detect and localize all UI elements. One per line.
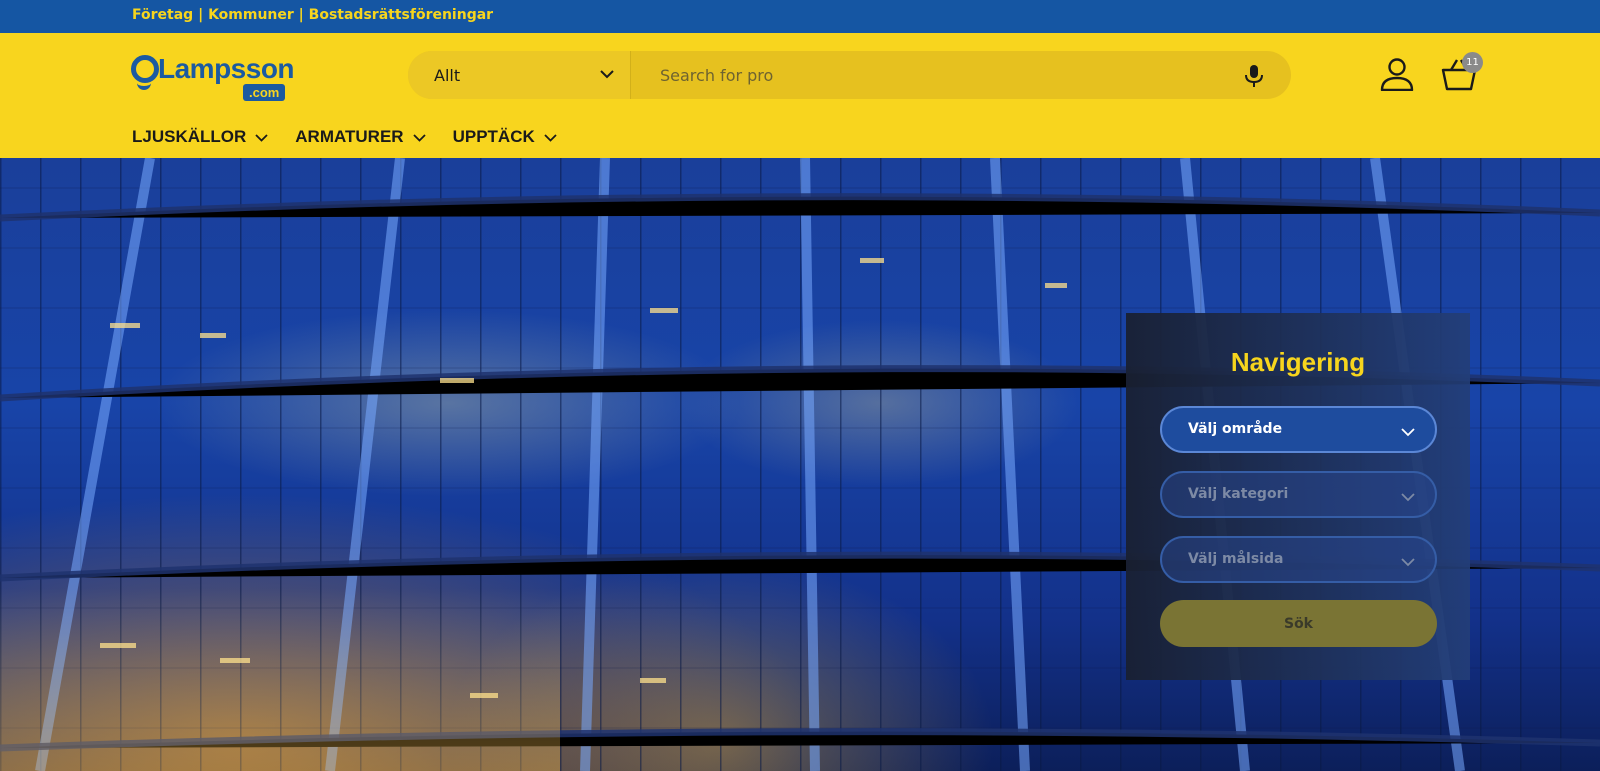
navigation-panel: Navigering Välj område Välj kategori Väl… xyxy=(1126,313,1470,680)
select-kategori-label: Välj kategori xyxy=(1188,486,1289,502)
nav-item-upptack[interactable]: UPPTÄCK xyxy=(453,125,558,149)
cart-count-badge: 11 xyxy=(1462,52,1483,73)
nav-item-ljuskallor[interactable]: LJUSKÄLLOR xyxy=(132,125,269,149)
search-submit-button[interactable]: Sök xyxy=(1160,600,1437,647)
search-input[interactable] xyxy=(631,51,1221,99)
logo-suffix: .com xyxy=(243,84,286,101)
select-omrade[interactable]: Välj område xyxy=(1160,406,1437,453)
search-category-label: Allt xyxy=(434,66,461,85)
link-separator: | xyxy=(198,7,209,23)
site-logo[interactable]: Lampsson .com xyxy=(131,53,295,103)
main-nav: LJUSKÄLLOR ARMATURER UPPTÄCK xyxy=(132,125,584,149)
link-separator: | xyxy=(298,7,309,23)
link-kommuner[interactable]: Kommuner xyxy=(208,7,294,23)
chevron-down-icon xyxy=(1401,493,1415,502)
search-category-select[interactable]: Allt xyxy=(408,51,631,99)
chevron-down-icon xyxy=(412,133,426,142)
chevron-down-icon xyxy=(1401,558,1415,567)
microphone-icon[interactable] xyxy=(1243,64,1265,88)
nav-item-label: ARMATURER xyxy=(295,127,404,146)
select-malsida-label: Välj målsida xyxy=(1188,551,1284,567)
select-malsida[interactable]: Välj målsida xyxy=(1160,536,1437,583)
logo-bulb-icon xyxy=(131,55,159,83)
hero-banner-image: Navigering Välj område Välj kategori Väl… xyxy=(0,158,1600,771)
chevron-down-icon xyxy=(544,133,557,142)
nav-item-label: LJUSKÄLLOR xyxy=(132,127,247,146)
chevron-down-icon xyxy=(255,133,268,142)
link-foretag[interactable]: Företag xyxy=(132,7,193,23)
top-bar: Företag | Kommuner | Bostadsrättsförenin… xyxy=(0,0,1600,33)
search-bar: Allt xyxy=(408,51,1291,99)
logo-leaf-icon xyxy=(137,82,151,90)
select-omrade-label: Välj område xyxy=(1188,421,1283,437)
chevron-down-icon xyxy=(1401,428,1415,437)
site-header: Lampsson .com Allt 11 LJUSKÄLLOR ARMATUR… xyxy=(0,33,1600,158)
nav-item-label: UPPTÄCK xyxy=(452,127,535,146)
panel-title: Navigering xyxy=(1230,347,1366,377)
link-bostadsrattsforeningar[interactable]: Bostadsrättsföreningar xyxy=(309,7,493,23)
logo-name: Lampsson xyxy=(158,53,295,84)
audience-links: Företag | Kommuner | Bostadsrättsförenin… xyxy=(132,7,493,23)
select-kategori[interactable]: Välj kategori xyxy=(1160,471,1437,518)
account-icon[interactable] xyxy=(1380,57,1414,91)
chevron-down-icon xyxy=(600,70,614,79)
nav-item-armaturer[interactable]: ARMATURER xyxy=(295,125,426,149)
